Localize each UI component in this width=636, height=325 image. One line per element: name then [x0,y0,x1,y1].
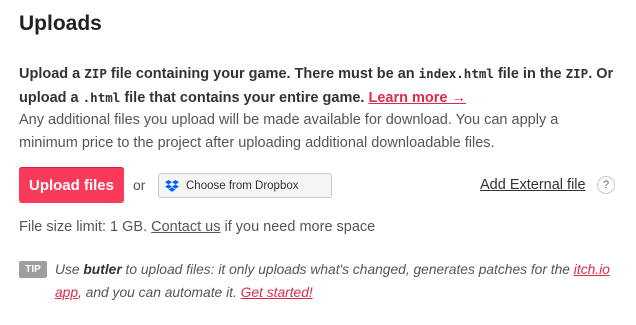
section-title: Uploads [19,12,102,35]
upload-instructions: Upload a ZIP file containing your game. … [19,66,614,106]
file-size-limit: File size limit: 1 GB. Contact us if you… [19,219,376,235]
upload-files-button[interactable]: Upload files [19,167,124,203]
code-index-html: index.html [418,66,494,81]
code-zip: ZIP [84,66,107,81]
get-started-link[interactable]: Get started! [241,285,313,300]
tip-badge: TIP [19,261,47,278]
contact-us-link[interactable]: Contact us [151,219,220,235]
learn-more-link[interactable]: Learn more → [368,90,466,106]
code-html: .html [82,90,121,105]
dropbox-icon [165,179,179,192]
dropbox-label: Choose from Dropbox [186,179,299,192]
tip-text: Use butler to upload files: it only uplo… [55,262,610,300]
butler-emphasis: butler [83,262,122,277]
additional-files-text: Any additional files you upload will be … [19,112,559,151]
upload-actions: Upload files or Choose from Dropbox Add … [19,167,619,205]
code-zip: ZIP [565,66,589,81]
add-external-file-link[interactable]: Add External file [480,177,586,193]
uploads-section: Uploads Upload a ZIP file containing you… [0,0,636,325]
question-icon[interactable]: ? [597,176,615,194]
choose-from-dropbox-button[interactable]: Choose from Dropbox [158,173,332,198]
or-label: or [133,177,146,193]
